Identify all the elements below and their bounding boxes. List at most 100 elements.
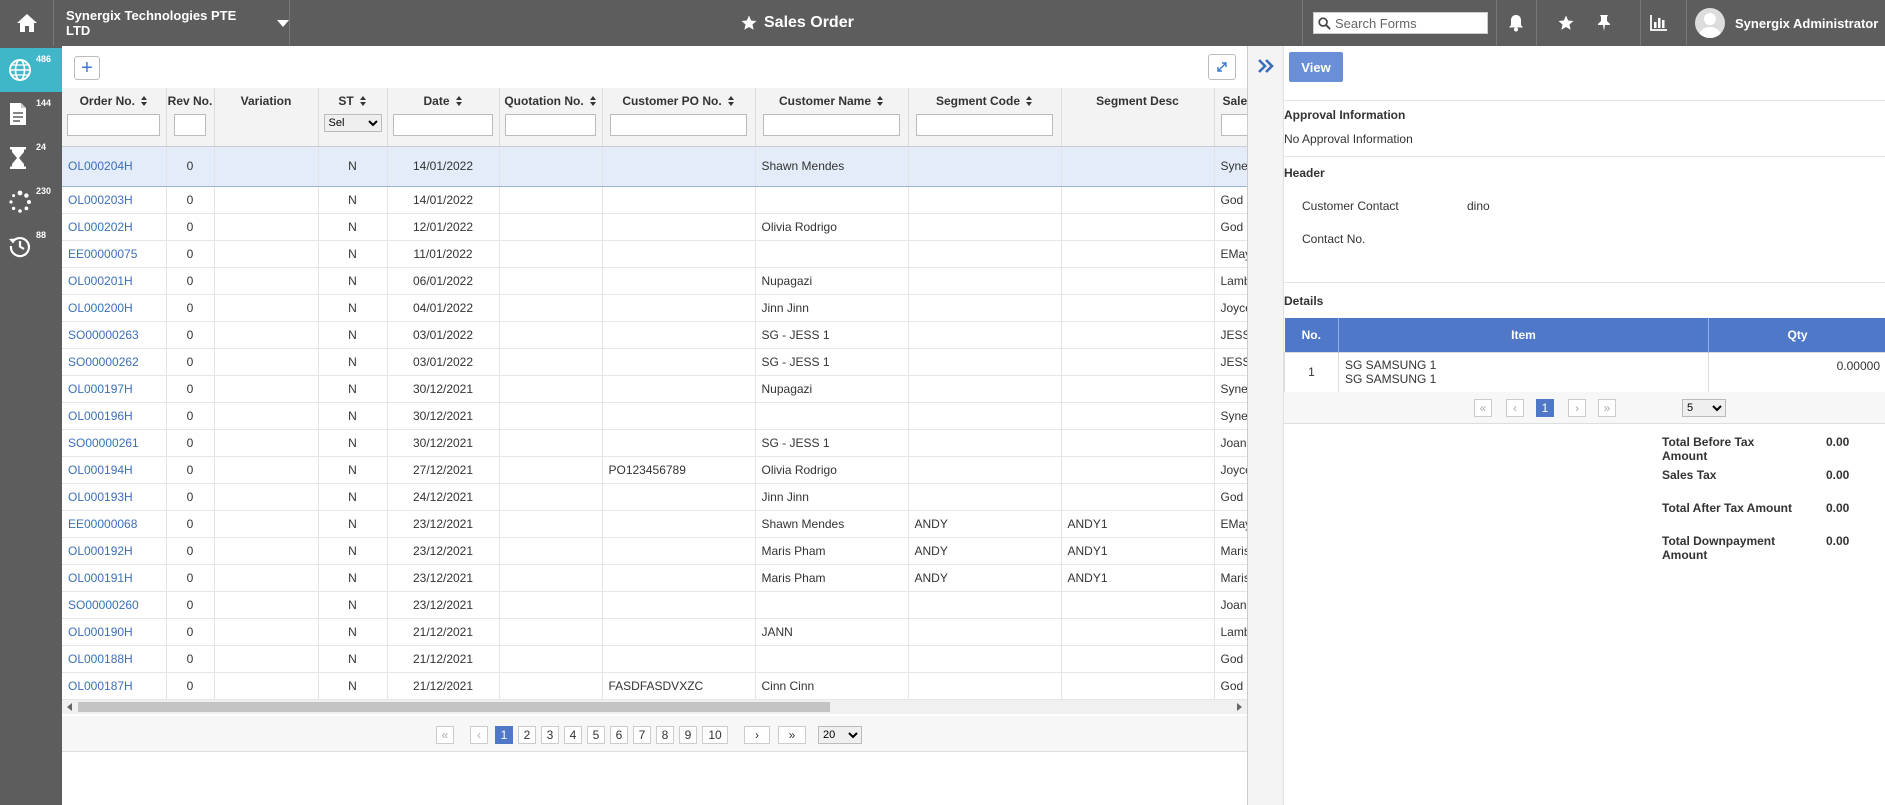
cell-order[interactable]: OL000194H xyxy=(62,456,167,484)
cell-order[interactable]: OL000190H xyxy=(62,618,167,646)
page-5-button[interactable]: 5 xyxy=(587,726,605,744)
column-header-quotation-no[interactable]: Quotation No. xyxy=(499,88,603,147)
sidebar-item-pending[interactable]: 24 xyxy=(0,136,62,180)
cell-order[interactable]: OL000204H xyxy=(62,145,167,187)
scroll-left-icon[interactable] xyxy=(67,703,72,711)
table-row[interactable]: OL000203H 0 N 14/01/2022 God xyxy=(62,186,1247,214)
page-10-button[interactable]: 10 xyxy=(702,726,728,744)
search-forms-input[interactable] xyxy=(1335,15,1485,31)
sidebar-item-in-progress[interactable]: 230 xyxy=(0,180,62,224)
cell-order[interactable]: OL000202H xyxy=(62,213,167,241)
last-page-button[interactable]: » xyxy=(778,726,806,744)
table-row[interactable]: OL000190H0 N21/12/2021 JANN Lamb xyxy=(62,618,1247,646)
sort-icon[interactable] xyxy=(1026,96,1033,106)
filter-segment-code[interactable] xyxy=(916,114,1053,136)
table-row[interactable]: OL000193H 0 N 24/12/2021 Jinn Jinn God xyxy=(62,483,1247,511)
view-button[interactable]: View xyxy=(1289,52,1343,82)
details-row[interactable]: 1 SG SAMSUNG 1 SG SAMSUNG 1 0.00000 xyxy=(1284,351,1885,393)
horizontal-scrollbar[interactable] xyxy=(62,700,1247,714)
home-button[interactable] xyxy=(0,0,54,46)
prev-page-button[interactable]: ‹ xyxy=(470,726,488,744)
cell-order[interactable]: OL000200H xyxy=(62,294,167,322)
sort-icon[interactable] xyxy=(877,96,884,106)
sidebar-item-history[interactable]: 88 xyxy=(0,224,62,268)
column-header-order-no[interactable]: Order No. xyxy=(62,88,167,147)
cell-order[interactable]: OL000187H xyxy=(62,672,167,700)
page-3-button[interactable]: 3 xyxy=(541,726,559,744)
table-row[interactable]: EE000000750 N11/01/2022 EMay xyxy=(62,240,1247,268)
table-row[interactable]: OL000192H 0 N 23/12/2021 Maris Pham ANDY ANDY1… xyxy=(62,537,1247,565)
scroll-right-icon[interactable] xyxy=(1237,703,1242,711)
cell-order[interactable]: OL000196H xyxy=(62,402,167,430)
table-row[interactable]: SO00000261 0 N 30/12/2021 SG - JESS 1 Joan xyxy=(62,429,1247,457)
table-row[interactable]: OL000204H0 N14/01/2022 Shawn Mendes Syne Ad… xyxy=(62,145,1247,187)
page-4-button[interactable]: 4 xyxy=(564,726,582,744)
cell-order[interactable]: SO00000260 xyxy=(62,591,167,619)
table-row[interactable]: OL000197H 0 N 30/12/2021 Nupagazi Syne xyxy=(62,375,1247,403)
cell-order[interactable]: OL000203H xyxy=(62,186,167,214)
favorites-button[interactable] xyxy=(1552,0,1580,46)
filter-quotation-no[interactable] xyxy=(504,114,597,136)
notifications-button[interactable] xyxy=(1496,0,1536,46)
table-row[interactable]: OL000194H 0 N 27/12/2021 PO123456789 Olivia R… xyxy=(62,456,1247,484)
cell-order[interactable]: SO00000261 xyxy=(62,429,167,457)
cell-order[interactable]: SO00000263 xyxy=(62,321,167,349)
column-header-st[interactable]: ST Sel xyxy=(318,88,388,147)
next-page-button[interactable]: › xyxy=(744,726,770,744)
cell-order[interactable]: OL000192H xyxy=(62,537,167,565)
column-header-rev-no[interactable]: Rev No. xyxy=(166,88,215,147)
filter-order-no[interactable] xyxy=(67,114,161,136)
pinned-button[interactable] xyxy=(1590,0,1618,46)
column-header-segment-code[interactable]: Segment Code xyxy=(908,88,1062,147)
column-header-date[interactable]: Date xyxy=(387,88,500,147)
column-header-customer-po-no[interactable]: Customer PO No. xyxy=(602,88,756,147)
expand-button[interactable] xyxy=(1208,54,1236,80)
cell-order[interactable]: OL000188H xyxy=(62,645,167,673)
table-row[interactable]: EE00000068 0 N 23/12/2021 Shawn Mendes ANDY AN… xyxy=(62,510,1247,538)
cell-order[interactable]: EE00000075 xyxy=(62,240,167,268)
cell-order[interactable]: OL000193H xyxy=(62,483,167,511)
table-row[interactable]: OL000202H 0 N 12/01/2022 Olivia Rodrigo God xyxy=(62,213,1247,241)
filter-date[interactable] xyxy=(393,114,493,136)
first-page-button[interactable]: « xyxy=(436,726,454,744)
reports-button[interactable] xyxy=(1644,0,1674,46)
table-row[interactable]: SO000002620 N03/01/2022 SG - JESS 1 JESS xyxy=(62,348,1247,376)
column-header-sales[interactable]: Sales xyxy=(1214,88,1247,147)
filter-customer-po-no[interactable] xyxy=(610,114,747,136)
filter-rev-no[interactable] xyxy=(173,114,207,136)
page-9-button[interactable]: 9 xyxy=(679,726,697,744)
cell-order[interactable]: OL000201H xyxy=(62,267,167,295)
cell-order[interactable]: SO00000262 xyxy=(62,348,167,376)
sort-icon[interactable] xyxy=(455,96,463,106)
column-header-customer-name[interactable]: Customer Name xyxy=(755,88,909,147)
page-2-button[interactable]: 2 xyxy=(518,726,536,744)
cell-order[interactable]: EE00000068 xyxy=(62,510,167,538)
page-1-button[interactable]: 1 xyxy=(495,726,513,744)
details-first-page-button[interactable]: « xyxy=(1474,399,1492,417)
details-page-1[interactable]: 1 xyxy=(1536,399,1554,417)
filter-st-select[interactable]: Sel xyxy=(323,114,382,132)
details-last-page-button[interactable]: » xyxy=(1598,399,1616,417)
details-page-size-select[interactable]: 5 xyxy=(1682,399,1726,417)
table-row[interactable]: SO00000260 0 N 23/12/2021 Joan xyxy=(62,591,1247,619)
cell-order[interactable]: OL000197H xyxy=(62,375,167,403)
sidebar-item-drafts[interactable]: 144 xyxy=(0,92,62,136)
filter-customer-name[interactable] xyxy=(763,114,900,136)
add-button[interactable]: + xyxy=(74,56,100,80)
sort-icon[interactable] xyxy=(140,96,148,106)
table-row[interactable]: OL000188H 0 N 21/12/2021 God xyxy=(62,645,1247,673)
table-row[interactable]: OL000196H 0 N 30/12/2021 Syne xyxy=(62,402,1247,430)
page-7-button[interactable]: 7 xyxy=(633,726,651,744)
filter-sales[interactable] xyxy=(1220,114,1247,136)
page-size-select[interactable]: 20 xyxy=(818,726,862,744)
table-row[interactable]: OL000200H0 N04/01/2022 Jinn Jinn Joyce xyxy=(62,294,1247,322)
table-row[interactable]: OL000201H0 N06/01/2022 Nupagazi Lamb xyxy=(62,267,1247,295)
scrollbar-thumb[interactable] xyxy=(78,702,830,712)
user-menu[interactable]: Synergix Administrator xyxy=(1686,0,1885,46)
page-8-button[interactable]: 8 xyxy=(656,726,674,744)
sort-icon[interactable] xyxy=(359,96,367,106)
collapse-panel-button[interactable] xyxy=(1256,56,1276,79)
page-6-button[interactable]: 6 xyxy=(610,726,628,744)
sidebar-item-all[interactable]: 486 xyxy=(0,48,62,92)
details-next-page-button[interactable]: › xyxy=(1568,399,1586,417)
